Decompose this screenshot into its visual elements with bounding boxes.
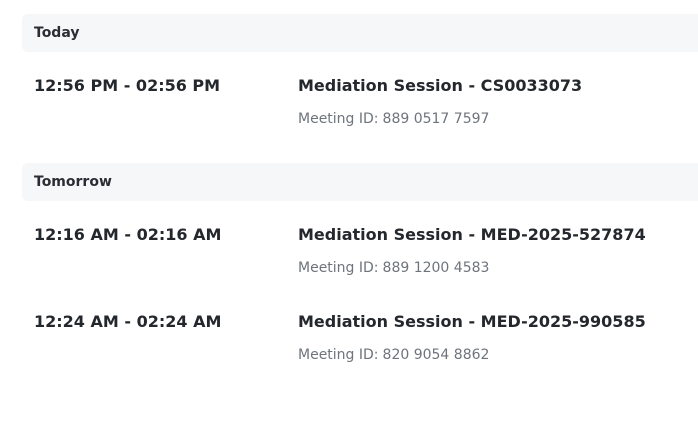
meeting-id-label: Meeting ID: xyxy=(298,111,379,127)
meeting-time: 12:16 AM - 02:16 AM xyxy=(34,225,222,244)
meeting-item[interactable]: 12:16 AM - 02:16 AM Mediation Session - … xyxy=(22,163,698,276)
meeting-title[interactable]: Mediation Session - MED-2025-990585 xyxy=(298,312,646,331)
meeting-id: Meeting ID: 820 9054 8862 xyxy=(298,347,489,363)
meeting-id-value: 820 9054 8862 xyxy=(382,347,490,363)
meeting-schedule: Today 12:56 PM - 02:56 PM Mediation Sess… xyxy=(22,14,698,363)
meeting-item[interactable]: 12:56 PM - 02:56 PM Mediation Session - … xyxy=(22,14,698,127)
meeting-id-label: Meeting ID: xyxy=(298,347,379,363)
meeting-title[interactable]: Mediation Session - MED-2025-527874 xyxy=(298,225,646,244)
meeting-title[interactable]: Mediation Session - CS0033073 xyxy=(298,76,582,95)
meeting-id: Meeting ID: 889 0517 7597 xyxy=(298,111,489,127)
meeting-id-value: 889 0517 7597 xyxy=(382,111,490,127)
meeting-time: 12:56 PM - 02:56 PM xyxy=(34,76,221,95)
meeting-time: 12:24 AM - 02:24 AM xyxy=(34,312,222,331)
meeting-item[interactable]: 12:24 AM - 02:24 AM Mediation Session - … xyxy=(22,250,698,363)
